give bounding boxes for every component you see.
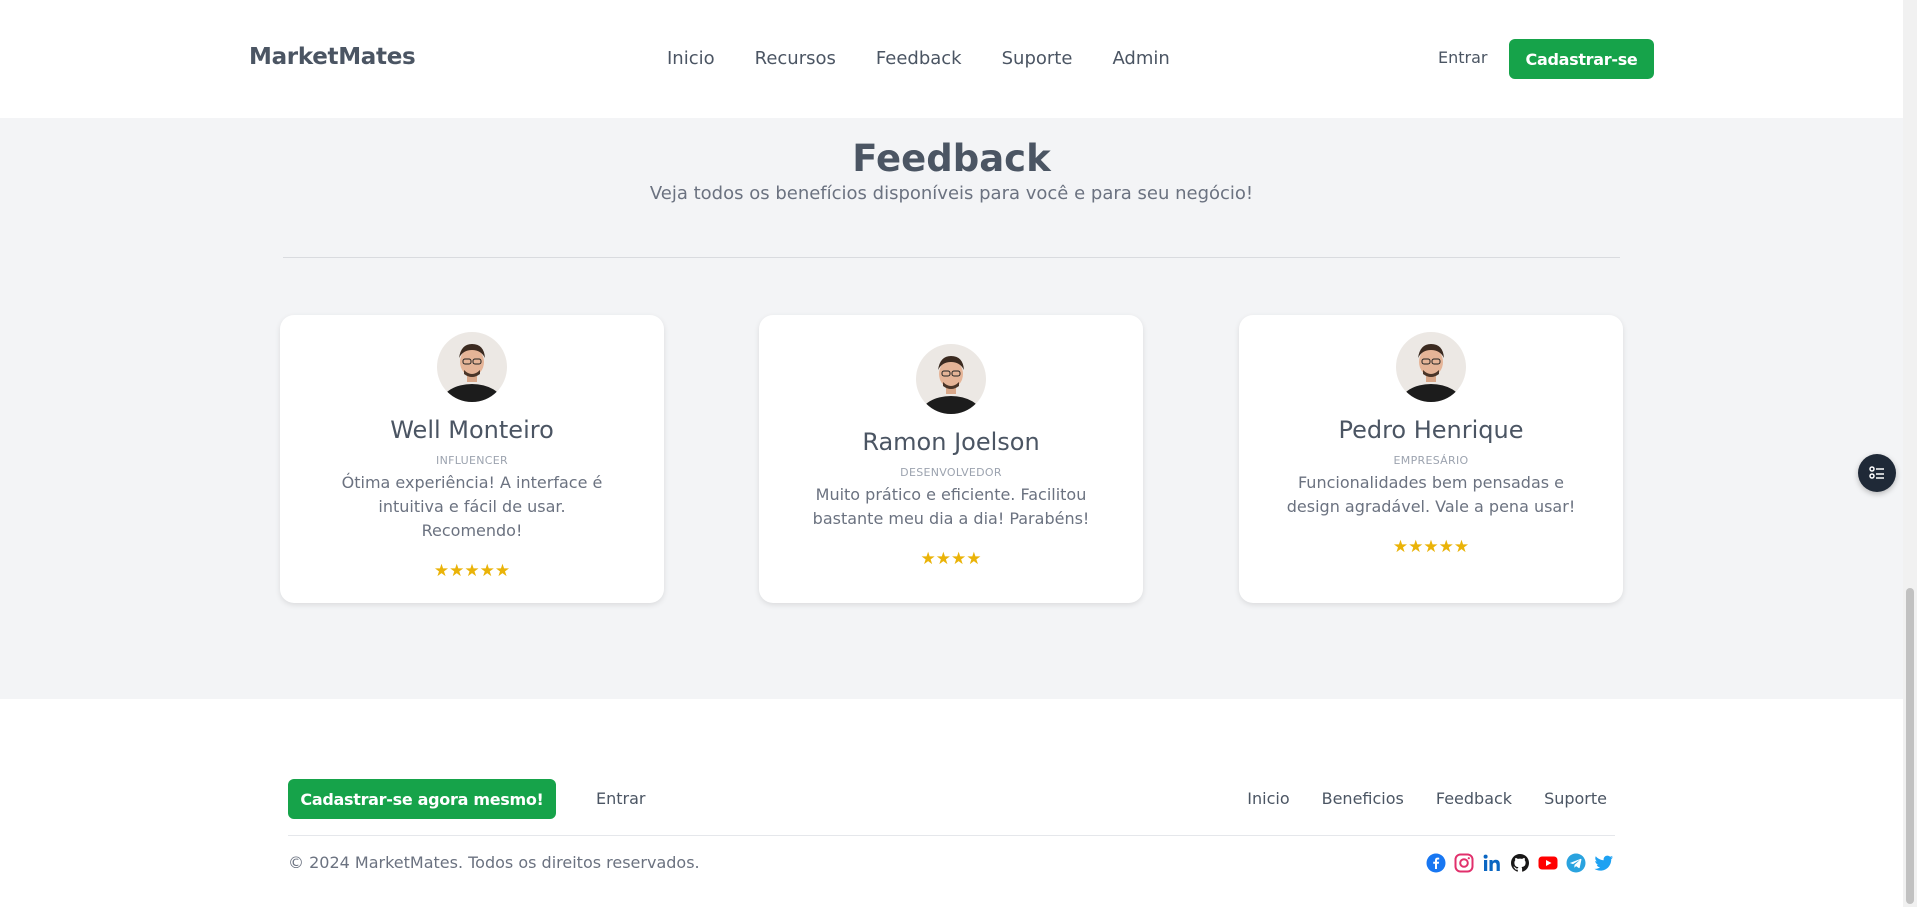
scrollbar-thumb[interactable]	[1906, 588, 1914, 904]
signup-button[interactable]: Cadastrar-se	[1509, 39, 1654, 79]
telegram-icon[interactable]	[1566, 853, 1586, 873]
youtube-icon[interactable]	[1538, 853, 1558, 873]
footer-nav: Inicio Beneficios Feedback Suporte	[1247, 789, 1607, 808]
rating-stars: ★★★★	[920, 549, 982, 569]
floating-menu-button[interactable]	[1858, 454, 1896, 492]
footer-signup-button[interactable]: Cadastrar-se agora mesmo!	[288, 779, 556, 819]
section-title: Feedback	[852, 137, 1051, 180]
list-filter-icon	[1869, 466, 1884, 479]
feedback-card: Ramon Joelson DESENVOLVEDOR Muito prátic…	[759, 315, 1143, 603]
site-header: MarketMates Inicio Recursos Feedback Sup…	[0, 0, 1903, 118]
page-scrollbar[interactable]	[1903, 0, 1917, 907]
feedback-card: Pedro Henrique EMPRESÁRIO Funcionalidade…	[1239, 315, 1623, 603]
footer-login-link[interactable]: Entrar	[596, 789, 645, 808]
site-footer: Cadastrar-se agora mesmo! Entrar Inicio …	[0, 699, 1903, 907]
card-text: Muito prático e eficiente. Facilitou bas…	[812, 485, 1090, 528]
card-role: EMPRESÁRIO	[1393, 454, 1469, 467]
card-name: Well Monteiro	[390, 416, 554, 444]
rating-stars: ★★★★★	[1392, 537, 1470, 557]
brand-logo[interactable]: MarketMates	[249, 44, 416, 70]
section-subtitle: Veja todos os benefícios disponíveis par…	[649, 183, 1254, 204]
card-name: Ramon Joelson	[862, 428, 1040, 456]
linkedin-icon[interactable]	[1482, 853, 1502, 873]
card-text: Ótima experiência! A interface é intuiti…	[341, 473, 603, 540]
nav-link-recursos[interactable]: Recursos	[755, 48, 836, 69]
nav-link-admin[interactable]: Admin	[1112, 48, 1169, 69]
avatar	[916, 344, 986, 414]
login-link[interactable]: Entrar	[1438, 48, 1487, 67]
twitter-icon[interactable]	[1594, 853, 1614, 873]
feedback-card: Well Monteiro INFLUENCER Ótima experiênc…	[280, 315, 664, 603]
instagram-icon[interactable]	[1454, 853, 1474, 873]
avatar	[437, 332, 507, 402]
social-links	[1426, 853, 1614, 873]
footer-link-suporte[interactable]: Suporte	[1544, 789, 1607, 808]
card-role: INFLUENCER	[436, 454, 508, 467]
main-nav: Inicio Recursos Feedback Suporte Admin	[667, 48, 1170, 69]
card-name: Pedro Henrique	[1338, 416, 1524, 444]
section-divider	[283, 257, 1620, 258]
copyright-text: © 2024 MarketMates. Todos os direitos re…	[288, 853, 700, 872]
nav-link-feedback[interactable]: Feedback	[876, 48, 962, 69]
nav-link-suporte[interactable]: Suporte	[1002, 48, 1073, 69]
footer-divider	[288, 835, 1615, 836]
card-text: Funcionalidades bem pensadas e design ag…	[1286, 473, 1576, 516]
card-role: DESENVOLVEDOR	[900, 466, 1002, 479]
footer-link-feedback[interactable]: Feedback	[1436, 789, 1512, 808]
facebook-icon[interactable]	[1426, 853, 1446, 873]
avatar	[1396, 332, 1466, 402]
github-icon[interactable]	[1510, 853, 1530, 873]
rating-stars: ★★★★★	[433, 561, 511, 581]
footer-link-beneficios[interactable]: Beneficios	[1322, 789, 1404, 808]
nav-link-inicio[interactable]: Inicio	[667, 48, 715, 69]
footer-link-inicio[interactable]: Inicio	[1247, 789, 1289, 808]
